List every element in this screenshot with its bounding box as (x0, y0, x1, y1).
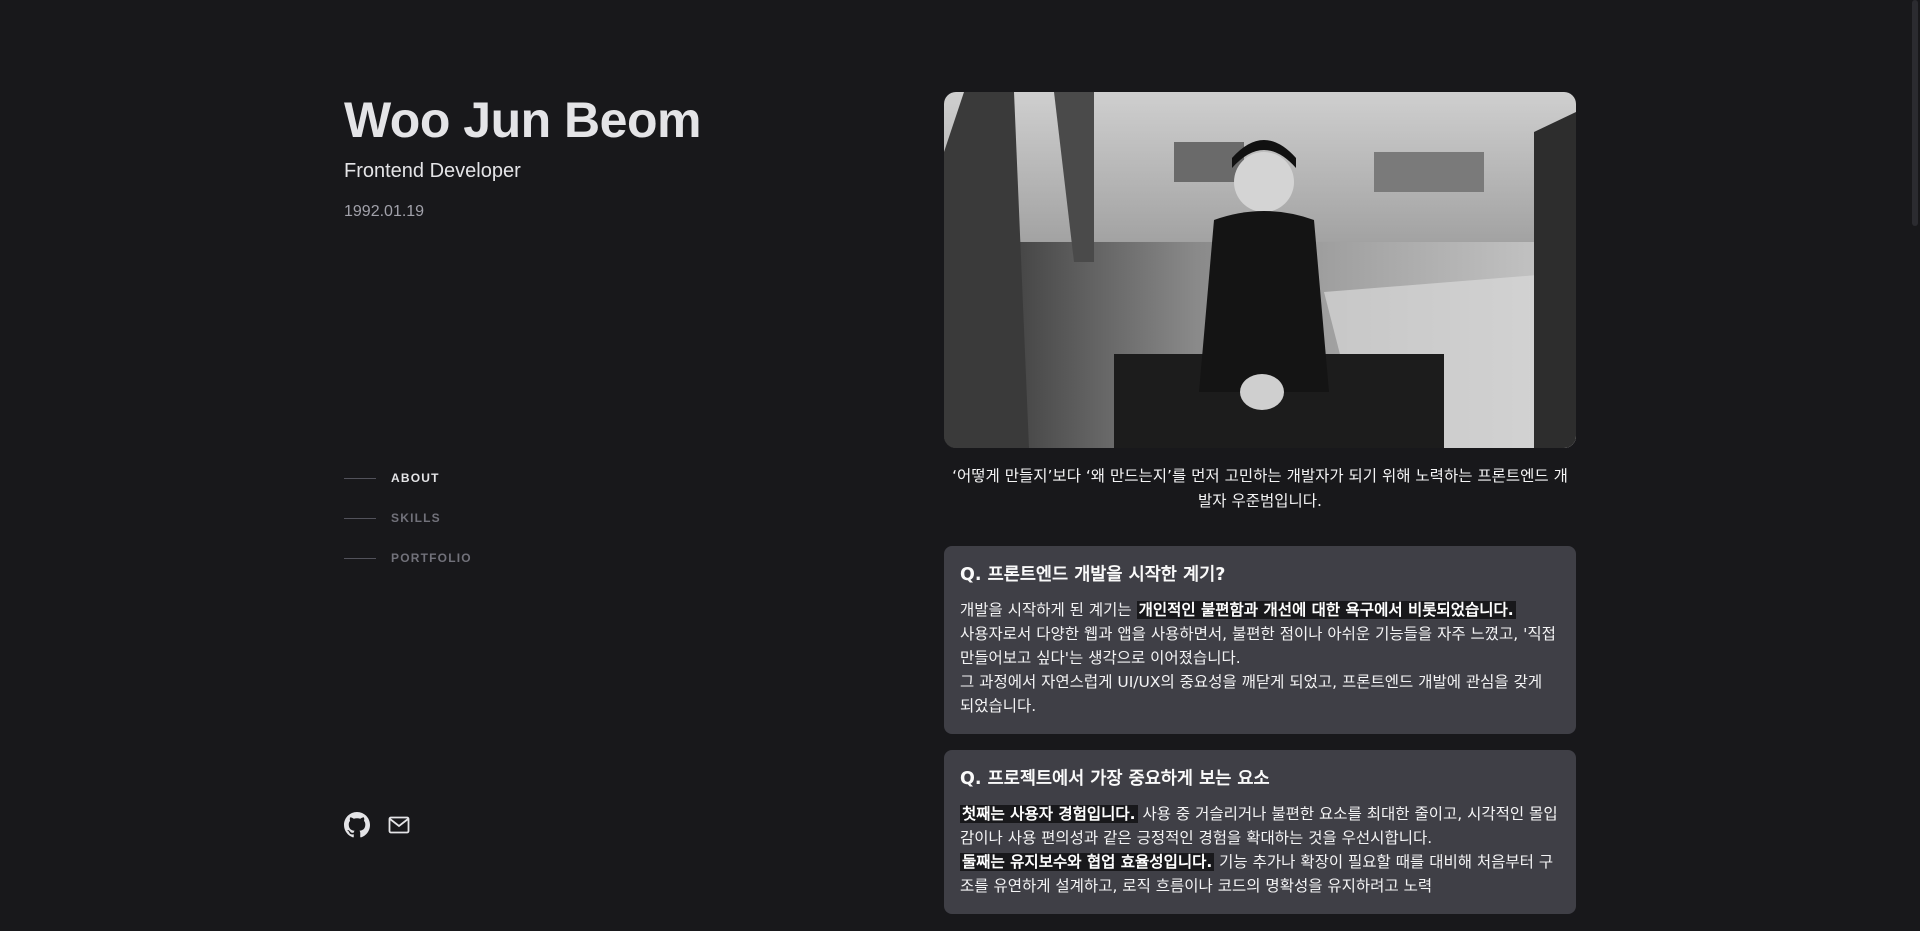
page: Woo Jun Beom Frontend Developer 1992.01.… (0, 0, 1920, 931)
profile-photo (944, 92, 1576, 448)
answer-paragraph: 개발을 시작하게 된 계기는 개인적인 불편함과 개선에 대한 욕구에서 비롯되… (960, 598, 1558, 622)
social-links (344, 812, 410, 838)
nav-item-about[interactable]: ABOUT (344, 458, 472, 498)
highlighted-text: 둘째는 유지보수와 협업 효율성입니다. (960, 853, 1215, 871)
qa-question: Q. 프론트엔드 개발을 시작한 계기? (960, 565, 1226, 585)
nav-item-label: ABOUT (391, 471, 440, 485)
section-nav: ABOUT SKILLS PORTFOLIO (344, 458, 472, 578)
highlighted-text: 개인적인 불편함과 개선에 대한 욕구에서 비롯되었습니다. (1136, 601, 1516, 619)
github-icon[interactable] (344, 812, 370, 838)
qa-answer: 첫째는 사용자 경험입니다. 사용 중 거슬리거나 불편한 요소를 최대한 줄이… (960, 802, 1558, 898)
answer-text: 개발을 시작하게 된 계기는 (960, 601, 1137, 619)
answer-paragraph: 첫째는 사용자 경험입니다. 사용 중 거슬리거나 불편한 요소를 최대한 줄이… (960, 802, 1558, 850)
highlighted-text: 첫째는 사용자 경험입니다. (960, 805, 1138, 823)
qa-card: Q. 프론트엔드 개발을 시작한 계기? 개발을 시작하게 된 계기는 개인적인… (944, 546, 1576, 734)
about-section: ‘어떻게 만들지’보다 ‘왜 만드는지’를 먼저 고민하는 개발자가 되기 위해… (944, 92, 1576, 914)
profile-birthdate: 1992.01.19 (344, 203, 425, 220)
nav-item-skills[interactable]: SKILLS (344, 498, 472, 538)
profile-header: Woo Jun Beom Frontend Developer 1992.01.… (344, 88, 864, 222)
answer-paragraph: 그 과정에서 자연스럽게 UI/UX의 중요성을 깨닫게 되었고, 프론트엔드 … (960, 673, 1543, 715)
nav-item-label: SKILLS (391, 511, 441, 525)
profile-role: Frontend Developer (344, 160, 521, 182)
nav-item-label: PORTFOLIO (391, 551, 472, 565)
nav-indicator-line (344, 517, 376, 519)
nav-item-portfolio[interactable]: PORTFOLIO (344, 538, 472, 578)
profile-name: Woo Jun Beom (344, 92, 701, 148)
qa-answer: 개발을 시작하게 된 계기는 개인적인 불편함과 개선에 대한 욕구에서 비롯되… (960, 598, 1558, 718)
qa-card: Q. 프로젝트에서 가장 중요하게 보는 요소 첫째는 사용자 경험입니다. 사… (944, 750, 1576, 914)
answer-paragraph: 사용자로서 다양한 웹과 앱을 사용하면서, 불편한 점이나 아쉬운 기능들을 … (960, 625, 1556, 667)
qa-question: Q. 프로젝트에서 가장 중요하게 보는 요소 (960, 769, 1270, 789)
mail-icon[interactable] (388, 816, 410, 834)
intro-text: ‘어떻게 만들지’보다 ‘왜 만드는지’를 먼저 고민하는 개발자가 되기 위해… (952, 467, 1568, 510)
answer-paragraph: 둘째는 유지보수와 협업 효율성입니다. 기능 추가나 확장이 필요할 때를 대… (960, 850, 1558, 898)
nav-indicator-line (344, 557, 376, 559)
nav-indicator-line (344, 477, 376, 479)
scrollbar-thumb[interactable] (1912, 0, 1918, 226)
